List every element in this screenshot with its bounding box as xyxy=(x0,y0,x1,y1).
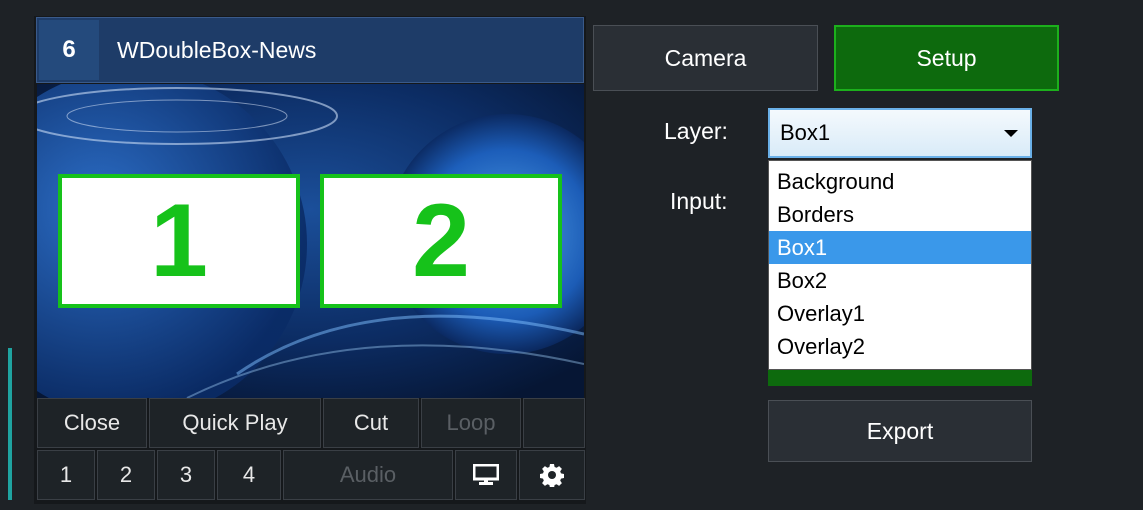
cut-button[interactable]: Cut xyxy=(323,398,419,448)
tab-camera[interactable]: Camera xyxy=(593,25,818,91)
input-title-bar[interactable]: 6 WDoubleBox-News xyxy=(36,17,584,83)
layer-option-background[interactable]: Background xyxy=(769,165,1031,198)
box-2: 2 xyxy=(320,174,562,308)
hidden-green-button[interactable] xyxy=(768,370,1032,386)
monitor-button[interactable] xyxy=(455,450,517,500)
input-number: 6 xyxy=(39,20,99,80)
vmix-input-window: 6 WDoubleBox-News 1 2 Close Quick Play C… xyxy=(0,0,1143,510)
left-accent-bar xyxy=(8,348,12,500)
layer-select-value: Box1 xyxy=(780,120,831,145)
input-label: Input: xyxy=(670,188,728,214)
audio-button[interactable]: Audio xyxy=(283,450,453,500)
monitor-icon xyxy=(473,464,499,485)
overlay-4-button[interactable]: 4 xyxy=(217,450,281,500)
overlay-1-button[interactable]: 1 xyxy=(37,450,95,500)
layer-option-borders[interactable]: Borders xyxy=(769,198,1031,231)
layer-option-box1[interactable]: Box1 xyxy=(769,231,1031,264)
layer-dropdown-list: Background Borders Box1 Box2 Overlay1 Ov… xyxy=(768,160,1032,370)
tab-setup[interactable]: Setup xyxy=(834,25,1059,91)
overlay-2-button[interactable]: 2 xyxy=(97,450,155,500)
settings-button[interactable] xyxy=(519,450,585,500)
empty-control-button xyxy=(523,398,585,448)
overlay-3-button[interactable]: 3 xyxy=(157,450,215,500)
quick-play-button[interactable]: Quick Play xyxy=(149,398,321,448)
layer-label: Layer: xyxy=(664,118,728,144)
layer-select[interactable]: Box1 xyxy=(768,108,1032,158)
input-title: WDoubleBox-News xyxy=(117,37,317,63)
close-button[interactable]: Close xyxy=(37,398,147,448)
gear-icon xyxy=(540,464,564,487)
export-button[interactable]: Export xyxy=(768,400,1032,462)
layer-option-box2[interactable]: Box2 xyxy=(769,264,1031,297)
box-1: 1 xyxy=(58,174,300,308)
layer-option-overlay1[interactable]: Overlay1 xyxy=(769,297,1031,330)
layer-option-overlay2[interactable]: Overlay2 xyxy=(769,330,1031,363)
chevron-down-icon xyxy=(1004,130,1018,137)
loop-button[interactable]: Loop xyxy=(421,398,521,448)
